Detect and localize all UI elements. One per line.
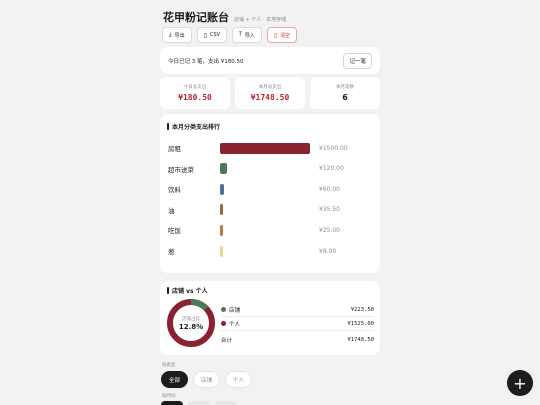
upload-icon: ⤒ — [239, 31, 242, 38]
stat-label: 本月总支出 — [258, 85, 282, 90]
ranking-category-name: 油 — [168, 206, 175, 215]
legend-name: 个人 — [229, 321, 241, 328]
ranking-amount: ¥60.00 — [319, 185, 340, 193]
legend-dot — [221, 307, 226, 312]
donut-center-label: 店铺占比 — [182, 316, 200, 322]
page-header: 花甲粉记账台 店铺 + 个人 · 本地存储 — [163, 9, 286, 25]
ranking-row: 房租 ¥1500.00 — [168, 142, 373, 154]
legend-dot — [221, 321, 226, 326]
file-icon: ▯ — [203, 31, 207, 39]
ranking-title: 本月分类支出排行 — [167, 122, 220, 131]
split-title-text: 店铺 vs 个人 — [172, 288, 208, 295]
today-summary-text: 今日已记 3 笔，支出 ¥180.50 — [168, 58, 244, 65]
ranking-bar-track — [220, 224, 315, 236]
ranking-amount: ¥35.50 — [319, 206, 340, 214]
today-summary-card: 今日已记 3 笔，支出 ¥180.50 记一笔 — [160, 47, 380, 74]
ranking-category-name: 饮料 — [168, 186, 181, 195]
time-filter-chips — [161, 401, 237, 405]
stat-today-total: 今日总支出 ¥180.50 — [160, 77, 230, 109]
ranking-row: 油 ¥35.50 — [168, 204, 373, 216]
export-button-label: 导出 — [174, 32, 185, 39]
add-fab-button[interactable]: + — [507, 370, 533, 396]
stat-value: 6 — [342, 93, 348, 102]
ranking-bar-track — [220, 204, 315, 216]
legend-name: 店铺 — [229, 307, 241, 314]
toolbar: ⤓ 导出 ▯ CSV ⤒ 导入 ▯ 清空 — [162, 27, 298, 43]
ranking-bar — [220, 245, 223, 257]
trash-icon: ▯ — [273, 31, 278, 39]
ranking-amount: ¥25.00 — [319, 226, 340, 234]
stat-label: 本月笔数 — [336, 85, 354, 90]
page-subtitle: 店铺 + 个人 · 本地存储 — [234, 17, 287, 23]
clear-button-label: 清空 — [280, 32, 291, 39]
legend-total-label: 合计 — [221, 338, 233, 344]
export-button[interactable]: ⤓ 导出 — [162, 27, 192, 43]
ranking-category-name: 房租 — [168, 145, 181, 153]
ranking-category-name: 吃饭 — [168, 227, 181, 236]
shop-vs-personal-card: 店铺 vs 个人 店铺占比 12.8% 店铺 ¥223.50 个人 ¥1525.… — [160, 281, 380, 355]
legend-row-personal: 个人 ¥1525.00 — [221, 317, 374, 331]
csv-button[interactable]: ▯ CSV — [196, 27, 228, 43]
donut-center-value: 12.8% — [178, 322, 204, 331]
type-filter-chips: 全部 店铺 个人 — [161, 371, 253, 388]
filter-chip-shop[interactable]: 店铺 — [193, 371, 221, 388]
ranking-bar-track — [220, 245, 315, 257]
section-marker — [167, 287, 169, 294]
legend-key: 店铺 — [221, 306, 240, 314]
time-chip[interactable] — [188, 401, 210, 405]
ranking-amount: ¥120.00 — [319, 165, 344, 173]
ranking-bar — [220, 163, 228, 175]
clear-button[interactable]: ▯ 清空 — [266, 27, 298, 43]
ranking-title-text: 本月分类支出排行 — [172, 124, 221, 131]
time-chip[interactable] — [215, 401, 237, 405]
add-record-button[interactable]: 记一笔 — [343, 52, 372, 69]
stat-month-total: 本月总支出 ¥1748.50 — [235, 77, 305, 109]
ranking-bar — [220, 224, 223, 236]
stat-value: ¥180.50 — [178, 93, 212, 102]
time-filter-label: 按时间 — [162, 394, 176, 399]
split-legend: 店铺 ¥223.50 个人 ¥1525.00 合计 ¥1748.50 — [221, 303, 374, 347]
page-title: 花甲粉记账台 — [163, 11, 229, 24]
stat-month-count: 本月笔数 6 — [310, 77, 380, 109]
category-ranking-card: 本月分类支出排行 房租 ¥1500.00 超市送菜 ¥120.00 饮料 ¥60.00 油 ¥… — [160, 114, 380, 273]
filter-chip-personal[interactable]: 个人 — [225, 371, 253, 388]
stat-value: ¥1748.50 — [250, 93, 290, 102]
split-donut: 店铺占比 12.8% — [166, 298, 216, 348]
ranking-bar — [220, 183, 224, 195]
split-title: 店铺 vs 个人 — [167, 286, 208, 295]
time-chip[interactable] — [161, 401, 183, 405]
stats-row: 今日总支出 ¥180.50 本月总支出 ¥1748.50 本月笔数 6 — [160, 77, 380, 109]
legend-key: 个人 — [221, 320, 240, 328]
ranking-bar-track — [220, 142, 315, 154]
ranking-amount: ¥8.00 — [319, 247, 337, 255]
legend-amount: ¥223.50 — [350, 306, 374, 313]
ranking-row: 饮料 ¥60.00 — [168, 183, 373, 195]
ranking-bar-track — [220, 183, 315, 195]
donut-center: 店铺占比 12.8% — [166, 298, 216, 348]
filter-chip-all[interactable]: 全部 — [161, 371, 189, 388]
ranking-category-name: 葱 — [168, 248, 175, 256]
ranking-bar — [220, 204, 223, 216]
ranking-row: 吃饭 ¥25.00 — [168, 224, 373, 236]
import-button-label: 导入 — [244, 32, 255, 39]
ranking-amount: ¥1500.00 — [319, 144, 348, 152]
ranking-category-name: 超市送菜 — [168, 165, 194, 174]
ranking-bar — [220, 142, 310, 154]
legend-total-amount: ¥1748.50 — [347, 337, 375, 343]
import-button[interactable]: ⤒ 导入 — [232, 27, 262, 43]
legend-row-shop: 店铺 ¥223.50 — [221, 303, 374, 317]
ranking-row: 葱 ¥8.00 — [168, 245, 373, 257]
legend-amount: ¥1525.00 — [347, 320, 375, 327]
download-icon: ⤓ — [169, 31, 172, 38]
section-marker — [167, 123, 169, 130]
stat-label: 今日总支出 — [183, 85, 207, 90]
ranking-row: 超市送菜 ¥120.00 — [168, 163, 373, 175]
csv-button-label: CSV — [209, 32, 221, 38]
legend-row-total: 合计 ¥1748.50 — [221, 333, 374, 347]
ranking-bar-track — [220, 163, 315, 175]
type-filter-label: 按类型 — [162, 363, 176, 368]
